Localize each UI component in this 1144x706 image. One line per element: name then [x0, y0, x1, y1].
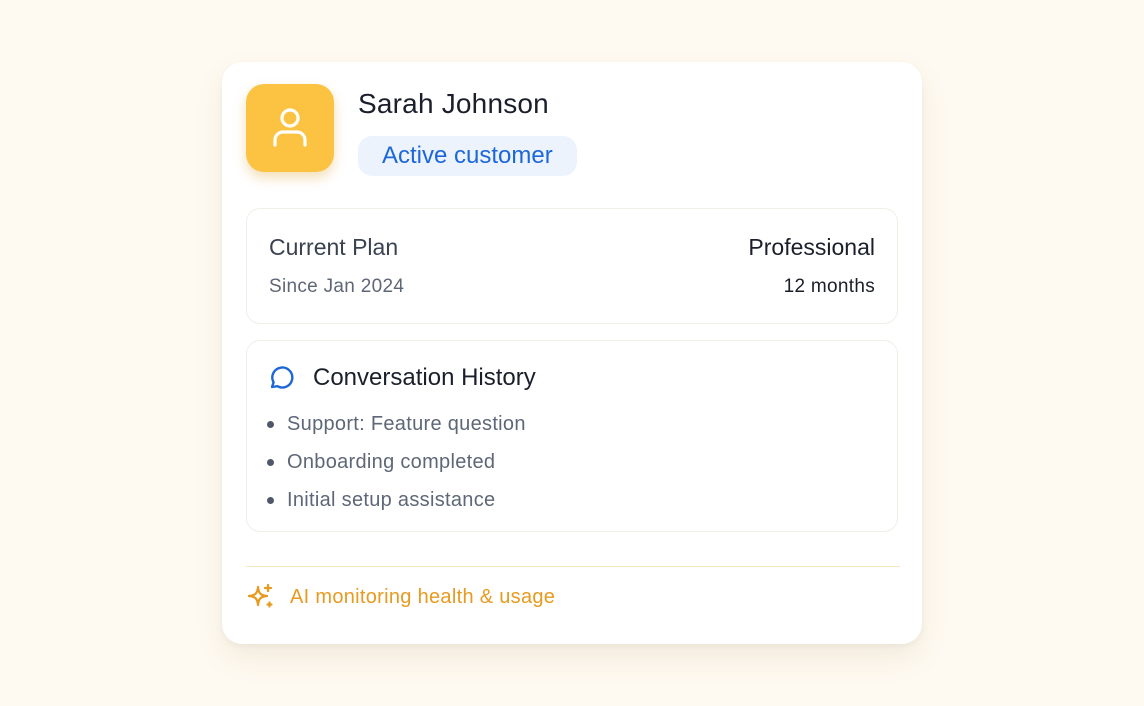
customer-avatar [246, 84, 334, 172]
list-item-label: Onboarding completed [287, 450, 496, 473]
conversation-history-panel: Conversation History Support: Feature qu… [246, 340, 898, 532]
message-circle-icon [270, 366, 294, 389]
divider [246, 566, 900, 567]
conversation-history-title: Conversation History [313, 364, 536, 391]
user-icon [273, 108, 307, 147]
status-badge: Active customer [358, 136, 577, 176]
plan-duration: 12 months [783, 276, 875, 297]
plan-label: Current Plan [269, 234, 399, 260]
sparkles-icon [247, 583, 273, 608]
list-item-label: Support: Feature question [287, 412, 526, 435]
list-item[interactable]: Onboarding completed [267, 443, 526, 481]
ai-monitoring-status: AI monitoring health & usage [290, 586, 556, 608]
plan-since-date: Since Jan 2024 [269, 276, 405, 297]
bullet-icon [267, 458, 274, 466]
list-item[interactable]: Support: Feature question [267, 405, 526, 443]
conversation-history-list: Support: Feature question Onboarding com… [267, 405, 526, 519]
list-item-label: Initial setup assistance [287, 488, 496, 511]
plan-name: Professional [748, 234, 875, 260]
customer-name: Sarah Johnson [358, 88, 549, 119]
bullet-icon [267, 496, 274, 504]
bullet-icon [267, 420, 274, 428]
plan-panel: Current Plan Professional Since Jan 2024… [246, 208, 898, 324]
list-item[interactable]: Initial setup assistance [267, 481, 526, 519]
customer-card: Sarah Johnson Active customer Current Pl… [222, 62, 922, 644]
